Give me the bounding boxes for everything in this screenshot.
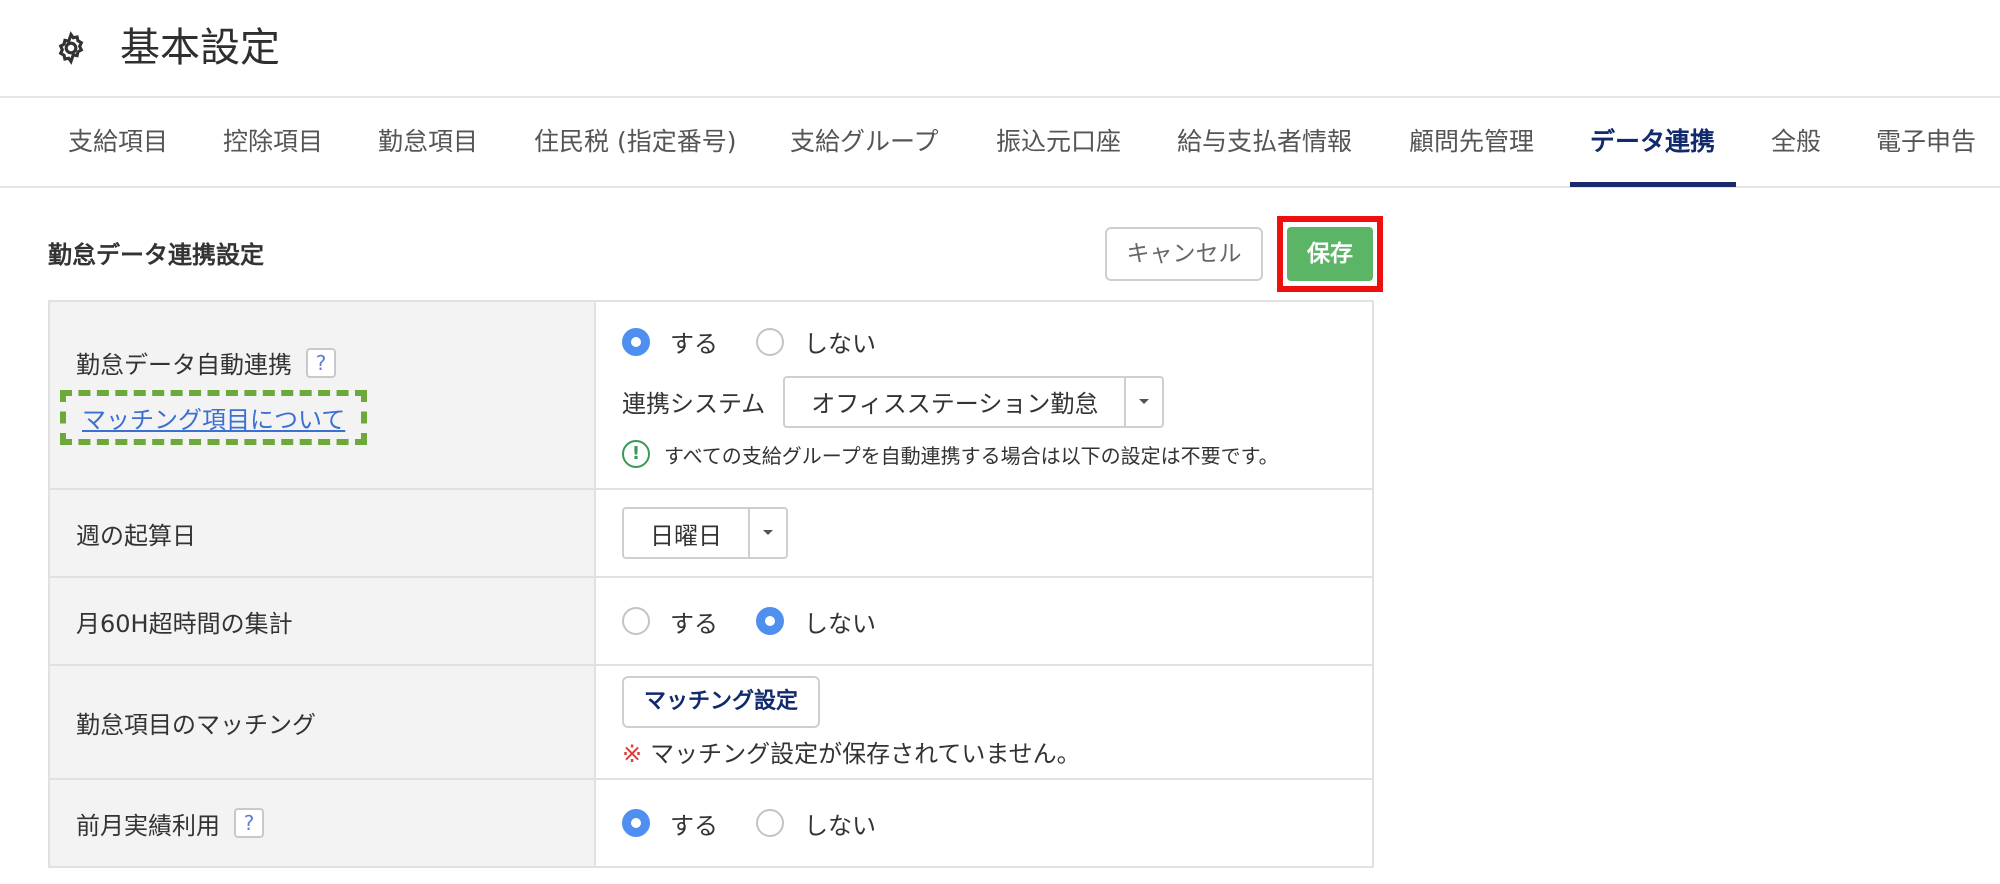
tab-attendance-items[interactable]: 勤怠項目 <box>378 98 478 186</box>
tab-deduction-items[interactable]: 控除項目 <box>223 98 323 186</box>
prev-month-yes-label[interactable]: する <box>670 806 718 841</box>
over60-radio-group: する しない <box>622 601 1372 641</box>
section-title: 勤怠データ連携設定 <box>48 241 264 269</box>
info-icon: ! <box>622 440 650 468</box>
week-start-select-value[interactable]: 日曜日 <box>624 516 748 551</box>
tab-payment-group[interactable]: 支給グループ <box>790 98 939 186</box>
help-icon[interactable]: ? <box>306 347 336 378</box>
info-notice: ! すべての支給グループを自動連携する場合は以下の設定は不要です。 <box>622 440 1372 469</box>
auto-link-field: する しない 連携システム オフィスステーション勤怠 ! すべての支給グループを… <box>594 300 1374 490</box>
week-start-select[interactable]: 日曜日 <box>622 507 788 559</box>
auto-link-no-radio[interactable] <box>756 327 784 356</box>
row-prev-month: 前月実績利用 ? する しない <box>48 778 1374 868</box>
save-button[interactable]: 保存 <box>1287 227 1373 281</box>
row-week-start: 週の起算日 日曜日 <box>48 488 1374 578</box>
week-start-label: 週の起算日 <box>48 488 596 578</box>
over60-field: する しない <box>594 576 1374 666</box>
system-select[interactable]: オフィスステーション勤怠 <box>783 375 1165 428</box>
prev-month-label: 前月実績利用 <box>76 811 220 840</box>
over60-no-radio[interactable] <box>756 607 784 635</box>
notice-text: すべての支給グループを自動連携する場合は以下の設定は不要です。 <box>664 443 1279 468</box>
over60-no-label[interactable]: しない <box>804 604 876 639</box>
over60-yes-label[interactable]: する <box>670 604 718 639</box>
row-label-cell: 勤怠データ自動連携 ? マッチング項目について <box>48 300 596 490</box>
over60-yes-radio[interactable] <box>622 607 650 635</box>
matching-warning: ※ マッチング設定が保存されていません。 <box>622 734 1372 769</box>
auto-link-radio-group: する しない <box>622 322 1372 362</box>
tab-transfer-account[interactable]: 振込元口座 <box>996 98 1121 186</box>
auto-link-yes-radio[interactable] <box>622 327 650 356</box>
tab-payment-items[interactable]: 支給項目 <box>68 98 168 186</box>
active-tab-indicator <box>1570 182 1736 187</box>
row-matching: 勤怠項目のマッチング マッチング設定 ※ マッチング設定が保存されていません。 <box>48 664 1374 780</box>
page-title: 基本設定 <box>120 25 280 71</box>
chevron-down-icon[interactable] <box>748 509 786 557</box>
gear-icon <box>58 31 84 65</box>
matching-settings-button[interactable]: マッチング設定 <box>622 675 821 728</box>
warning-mark: ※ <box>622 739 643 768</box>
chevron-down-icon[interactable] <box>1124 377 1162 426</box>
auto-link-yes-label[interactable]: する <box>670 324 718 359</box>
prev-month-no-radio[interactable] <box>756 809 784 837</box>
system-label: 連携システム <box>622 390 766 418</box>
tab-payer-info[interactable]: 給与支払者情報 <box>1177 98 1352 186</box>
tab-data-linkage[interactable]: データ連携 <box>1590 98 1715 186</box>
tab-resident-tax[interactable]: 住民税 (指定番号) <box>534 98 736 186</box>
warning-text: マッチング設定が保存されていません。 <box>650 739 1081 768</box>
tab-client-management[interactable]: 顧問先管理 <box>1409 98 1534 186</box>
week-start-field: 日曜日 <box>594 488 1374 578</box>
tab-general[interactable]: 全般 <box>1771 98 1821 186</box>
row-over60: 月60H超時間の集計 する しない <box>48 576 1374 666</box>
over60-label: 月60H超時間の集計 <box>48 576 596 666</box>
matching-link-highlight: マッチング項目について <box>60 390 368 445</box>
system-select-value[interactable]: オフィスステーション勤怠 <box>785 384 1124 419</box>
settings-tabs: 支給項目 控除項目 勤怠項目 住民税 (指定番号) 支給グループ 振込元口座 給… <box>0 98 2000 188</box>
cancel-button[interactable]: キャンセル <box>1105 227 1263 281</box>
prev-month-no-label[interactable]: しない <box>804 806 876 841</box>
help-icon[interactable]: ? <box>234 808 264 838</box>
row-label-cell: 前月実績利用 ? <box>48 778 596 868</box>
tab-e-filing[interactable]: 電子申告 <box>1876 98 1976 186</box>
matching-items-link[interactable]: マッチング項目について <box>82 406 345 434</box>
prev-month-field: する しない <box>594 778 1374 868</box>
auto-link-label: 勤怠データ自動連携 <box>76 351 292 379</box>
page-header: 基本設定 <box>0 0 2000 98</box>
auto-link-no-label[interactable]: しない <box>804 324 876 359</box>
row-auto-link: 勤怠データ自動連携 ? マッチング項目について する しない 連携システム オフ… <box>48 300 1374 490</box>
matching-field: マッチング設定 ※ マッチング設定が保存されていません。 <box>594 664 1374 780</box>
prev-month-yes-radio[interactable] <box>622 809 650 837</box>
matching-label: 勤怠項目のマッチング <box>48 664 596 780</box>
settings-form: 勤怠データ自動連携 ? マッチング項目について する しない 連携システム オフ… <box>48 300 1374 868</box>
prev-month-radio-group: する しない <box>622 803 1372 843</box>
